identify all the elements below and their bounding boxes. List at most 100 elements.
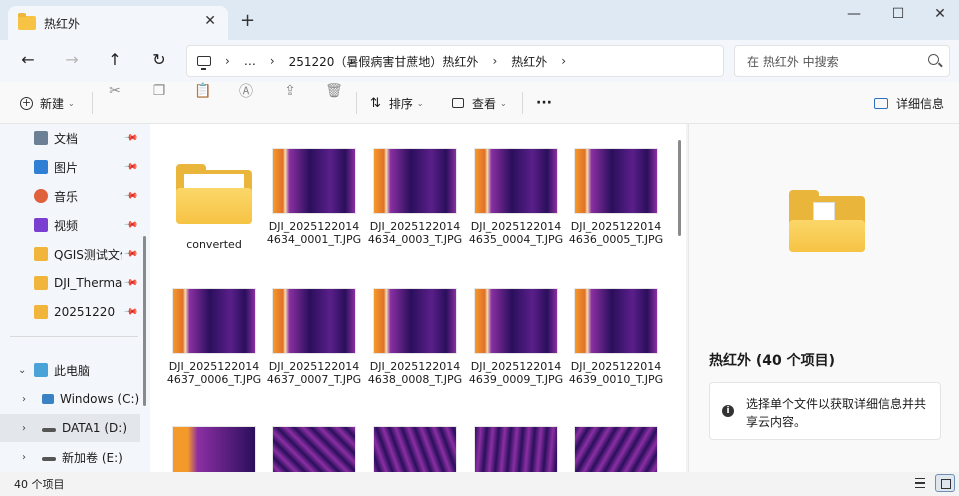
search-input[interactable]: 在 热红外 中搜索 xyxy=(734,45,950,77)
pin-icon: 📌 xyxy=(122,275,138,291)
search-placeholder: 在 热红外 中搜索 xyxy=(747,54,839,69)
details-view-button[interactable] xyxy=(910,474,930,492)
grid-view-icon xyxy=(941,479,951,489)
file-item[interactable]: DJI_20251220144635_0004_T.JPG xyxy=(466,148,566,246)
folder-icon xyxy=(789,190,865,252)
chevron-right-icon[interactable]: › xyxy=(22,423,26,434)
thermal-image-thumbnail xyxy=(474,288,558,354)
thermal-image-thumbnail xyxy=(373,426,457,472)
sidebar-item-20251220[interactable]: 20251220 📌 xyxy=(0,298,140,326)
cut-icon[interactable]: ✂ xyxy=(106,82,124,100)
windows-drive-icon xyxy=(42,394,54,404)
new-tab-button[interactable]: + xyxy=(240,10,255,31)
title-bar: 热红外 ✕ + — ☐ ✕ xyxy=(0,0,959,40)
breadcrumb-parent[interactable]: 251220（暑假病害甘蔗地）热红外 xyxy=(289,53,479,70)
file-name: DJI_20251220144634_0003_T.JPG xyxy=(367,220,463,246)
sidebar-item-label: Windows (C:) xyxy=(60,392,140,406)
more-options-button[interactable]: ··· xyxy=(536,82,552,124)
share-icon[interactable]: ⇪ xyxy=(281,82,299,100)
maximize-button[interactable]: ☐ xyxy=(884,6,912,22)
folder-icon xyxy=(34,305,48,319)
details-pane: 热红外 (40 个项目) i 选择单个文件以获取详细信息并共享云内容。 xyxy=(688,124,959,472)
chevron-right-icon[interactable]: › xyxy=(270,54,275,68)
folder-icon xyxy=(34,276,48,290)
file-item[interactable]: DJI_20251220144639_0009_T.JPG xyxy=(466,288,566,386)
minimize-button[interactable]: — xyxy=(840,6,868,22)
view-button[interactable]: 查看 ⌄ xyxy=(452,82,507,124)
tab-close-icon[interactable]: ✕ xyxy=(204,13,216,29)
thermal-image-thumbnail xyxy=(373,148,457,214)
sidebar-item-this-pc[interactable]: ⌄ 此电脑 xyxy=(0,356,140,384)
details-pane-button[interactable]: 详细信息 xyxy=(874,82,944,124)
sidebar-item-documents[interactable]: 文档 📌 xyxy=(0,124,140,152)
pin-icon: 📌 xyxy=(122,159,138,175)
file-item[interactable]: DJI_20251220144637_0007_T.JPG xyxy=(264,288,364,386)
details-title: 热红外 (40 个项目) xyxy=(709,353,836,369)
copy-icon[interactable]: ❐ xyxy=(150,82,168,100)
close-window-button[interactable]: ✕ xyxy=(926,6,954,22)
sidebar-divider xyxy=(10,336,138,337)
back-button[interactable]: ← xyxy=(16,50,40,69)
large-icons-view-button[interactable] xyxy=(935,474,955,492)
this-pc-icon[interactable] xyxy=(197,56,211,70)
new-button[interactable]: + 新建 ⌄ xyxy=(20,82,75,124)
sidebar-item-dji-thermal[interactable]: DJI_Thermal_ 📌 xyxy=(0,269,140,297)
file-item[interactable] xyxy=(164,426,264,472)
thermal-image-thumbnail xyxy=(574,426,658,472)
folder-item[interactable]: converted xyxy=(164,148,264,251)
file-name: DJI_20251220144637_0006_T.JPG xyxy=(166,360,262,386)
refresh-button[interactable]: ↻ xyxy=(147,50,171,69)
view-label: 查看 xyxy=(472,96,497,111)
file-item[interactable]: DJI_20251220144636_0005_T.JPG xyxy=(566,148,666,246)
chevron-down-icon[interactable]: ⌄ xyxy=(18,365,26,376)
sidebar-item-label: QGIS测试文件 xyxy=(54,247,122,262)
sidebar-item-drive-e[interactable]: › 新加卷 (E:) xyxy=(0,443,140,471)
chevron-right-icon[interactable]: › xyxy=(492,54,497,68)
sidebar-scrollbar[interactable] xyxy=(143,236,146,406)
sidebar-item-pictures[interactable]: 图片 📌 xyxy=(0,153,140,181)
thermal-image-thumbnail xyxy=(172,426,256,472)
thermal-image-thumbnail xyxy=(474,148,558,214)
file-item[interactable]: DJI_20251220144638_0008_T.JPG xyxy=(365,288,465,386)
sidebar-item-videos[interactable]: 视频 📌 xyxy=(0,211,140,239)
address-bar[interactable]: › … › 251220（暑假病害甘蔗地）热红外 › 热红外 › xyxy=(186,45,724,77)
delete-icon[interactable]: 🗑 xyxy=(325,82,343,100)
chevron-right-icon[interactable]: › xyxy=(22,394,26,405)
sidebar-item-label: 新加卷 (E:) xyxy=(62,450,123,465)
tab-current-folder[interactable]: 热红外 ✕ xyxy=(8,6,228,40)
chevron-down-icon: ⌄ xyxy=(416,98,424,108)
file-item[interactable]: DJI_20251220144637_0006_T.JPG xyxy=(164,288,264,386)
sort-button[interactable]: ⇅ 排序 ⌄ xyxy=(370,82,424,124)
videos-icon xyxy=(34,218,48,232)
rename-icon[interactable]: Ⓐ xyxy=(237,82,255,100)
file-item[interactable] xyxy=(264,426,364,472)
file-name: DJI_20251220144635_0004_T.JPG xyxy=(468,220,564,246)
file-name: DJI_20251220144639_0010_T.JPG xyxy=(568,360,664,386)
paste-icon[interactable]: 📋 xyxy=(194,82,212,100)
sidebar-item-drive-c[interactable]: › Windows (C:) xyxy=(0,385,140,413)
file-item[interactable] xyxy=(365,426,465,472)
file-item[interactable] xyxy=(566,426,666,472)
up-button[interactable]: ↑ xyxy=(103,50,127,69)
thermal-image-thumbnail xyxy=(373,288,457,354)
breadcrumb-current[interactable]: 热红外 xyxy=(511,53,547,70)
chevron-right-icon[interactable]: › xyxy=(22,452,26,463)
sidebar-item-music[interactable]: 音乐 📌 xyxy=(0,182,140,210)
sidebar-item-label: 20251220 xyxy=(54,305,116,319)
chevron-right-icon[interactable]: › xyxy=(561,54,566,68)
chevron-right-icon[interactable]: › xyxy=(225,54,230,68)
sidebar-item-qgis[interactable]: QGIS测试文件 📌 xyxy=(0,240,140,268)
file-item[interactable]: DJI_20251220144634_0001_T.JPG xyxy=(264,148,364,246)
sidebar-item-drive-d[interactable]: › DATA1 (D:) xyxy=(0,414,140,442)
file-item[interactable] xyxy=(466,426,566,472)
file-view-scrollbar[interactable] xyxy=(678,140,681,236)
file-item[interactable]: DJI_20251220144639_0010_T.JPG xyxy=(566,288,666,386)
file-view: converted DJI_20251220144634_0001_T.JPG DJ… xyxy=(150,124,686,472)
plus-icon: + xyxy=(20,96,33,110)
item-count: 40 个项目 xyxy=(14,478,65,491)
thermal-image-thumbnail xyxy=(172,288,256,354)
forward-button[interactable]: → xyxy=(60,50,84,69)
file-item[interactable]: DJI_20251220144634_0003_T.JPG xyxy=(365,148,465,246)
breadcrumb-overflow[interactable]: … xyxy=(244,54,256,68)
file-name: DJI_20251220144638_0008_T.JPG xyxy=(367,360,463,386)
